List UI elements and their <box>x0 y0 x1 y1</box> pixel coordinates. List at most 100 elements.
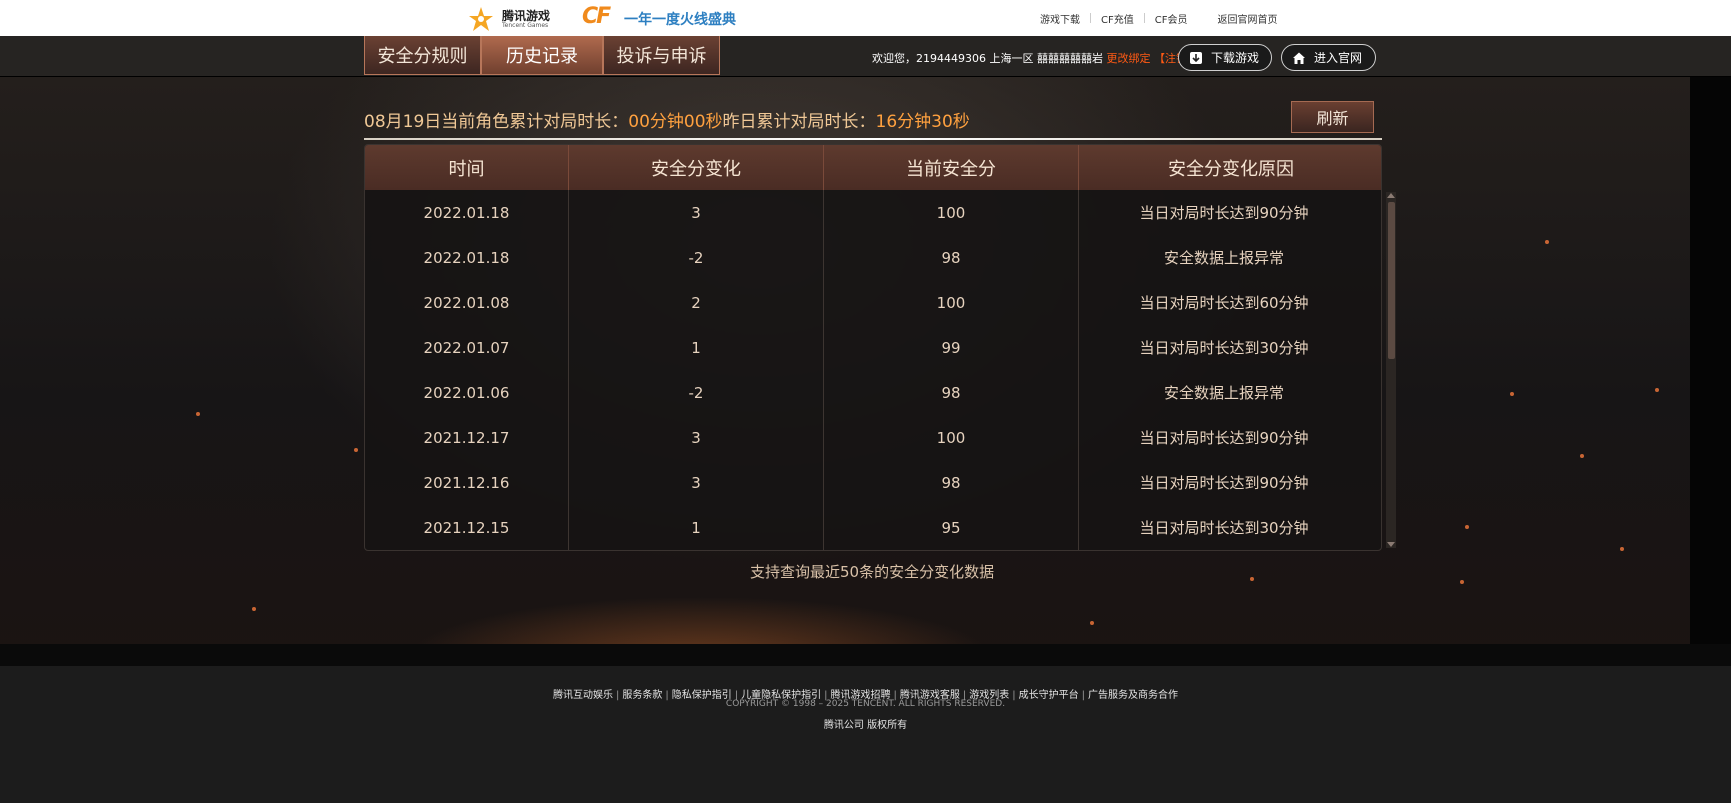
spark-decoration <box>1510 392 1514 396</box>
company-text: 腾讯公司 版权所有 <box>823 720 908 731</box>
tab-safety-rules[interactable]: 安全分规则 <box>364 36 481 75</box>
history-table: 时间 安全分变化 当前安全分 安全分变化原因 2022.01.18 3 100 … <box>364 144 1382 551</box>
spark-decoration <box>1460 580 1464 584</box>
copyright-text: COPYRIGHT © 1998 – 2025 TENCENT. ALL RIG… <box>725 699 1006 709</box>
cell-reason: 当日对局时长达到30分钟 <box>1139 519 1309 537</box>
scroll-up-arrow-icon[interactable] <box>1387 193 1395 198</box>
tab-complaint[interactable]: 投诉与申诉 <box>603 36 720 75</box>
header-current-score: 当前安全分 <box>824 145 1079 190</box>
cell-reason: 安全数据上报异常 <box>1163 384 1284 402</box>
change-bind-link[interactable]: 更改绑定 <box>1106 52 1150 65</box>
hero-right-edge <box>1690 77 1731 660</box>
cell-score-change: 1 <box>569 505 824 550</box>
cell-time: 2022.01.08 <box>365 280 569 325</box>
header-time: 时间 <box>365 145 569 190</box>
top-bar: 腾讯游戏 Tencent Games CF 一年一度火线盛典 游戏下载 CF充值… <box>0 0 1731 36</box>
link-game-download[interactable]: 游戏下载 <box>1040 11 1080 26</box>
spark-decoration <box>1580 454 1584 458</box>
scrollbar-thumb[interactable] <box>1388 202 1395 359</box>
footer: 腾讯互动娱乐 | 服务条款 | 隐私保护指引 | 儿童隐私保护指引 | 腾讯游戏招聘 | 腾讯游戏客… <box>0 666 1731 803</box>
table-row: 2021.12.17 3 100 当日对局时长达到90分钟 <box>365 415 1369 460</box>
link-back-home[interactable]: 返回官网首页 <box>1217 11 1277 26</box>
header-change-reason: 安全分变化原因 <box>1168 158 1294 180</box>
download-game-label: 下载游戏 <box>1211 51 1260 65</box>
tab-history[interactable]: 历史记录 <box>481 36 603 75</box>
spark-decoration <box>1250 577 1254 581</box>
download-game-button[interactable]: 下载游戏 <box>1178 44 1272 71</box>
cell-reason: 当日对局时长达到30分钟 <box>1139 339 1309 357</box>
table-row: 2022.01.18 3 100 当日对局时长达到90分钟 <box>365 190 1369 235</box>
cell-time: 2022.01.18 <box>365 235 569 280</box>
cell-time: 2021.12.15 <box>365 505 569 550</box>
nav-bar <box>0 36 1731 77</box>
link-cf-member[interactable]: CF会员 <box>1155 11 1188 26</box>
table-body: 2022.01.18 3 100 当日对局时长达到90分钟 2022.01.18… <box>365 190 1369 550</box>
tencent-games-logo[interactable]: 腾讯游戏 Tencent Games <box>468 4 550 32</box>
today-value: 00分钟00秒 <box>628 112 723 132</box>
cell-time: 2021.12.17 <box>365 415 569 460</box>
tencent-star-icon <box>469 7 493 31</box>
cell-time: 2022.01.06 <box>365 370 569 415</box>
cell-score-change: -2 <box>569 370 824 415</box>
cf-logo[interactable]: CF 一年一度火线盛典 <box>582 4 762 32</box>
download-icon <box>1190 51 1202 64</box>
cell-reason: 当日对局时长达到90分钟 <box>1139 474 1309 492</box>
divider <box>1143 13 1145 23</box>
cell-current-score: 98 <box>824 370 1079 415</box>
cell-score-change: 1 <box>569 325 824 370</box>
cell-current-score: 99 <box>824 325 1079 370</box>
play-time-stats: 08月19日当前角色累计对局时长：00分钟00秒昨日累计对局时长：16分钟30秒 <box>364 107 970 132</box>
cell-time: 2022.01.18 <box>365 190 569 235</box>
cell-reason: 当日对局时长达到90分钟 <box>1139 429 1309 447</box>
tab-bar: 安全分规则 历史记录 投诉与申诉 <box>364 36 720 75</box>
cell-reason: 当日对局时长达到90分钟 <box>1139 204 1309 222</box>
spark-decoration <box>196 412 200 416</box>
yesterday-value: 16分钟30秒 <box>875 112 970 132</box>
cell-current-score: 100 <box>824 190 1079 235</box>
cell-score-change: -2 <box>569 235 824 280</box>
user-info: 欢迎您，2194449306 上海一区 囍囍囍囍囍岩 更改绑定 【注销】 <box>872 50 1198 66</box>
cell-score-change: 2 <box>569 280 824 325</box>
table-row: 2022.01.08 2 100 当日对局时长达到60分钟 <box>365 280 1369 325</box>
spark-decoration <box>1655 388 1659 392</box>
link-cf-recharge[interactable]: CF充值 <box>1101 11 1134 26</box>
divider <box>1090 13 1091 23</box>
footer-divider-band <box>0 644 1731 666</box>
tencent-logo-sub: Tencent Games <box>502 22 549 29</box>
cell-score-change: 3 <box>569 460 824 505</box>
home-icon <box>1293 52 1305 64</box>
enter-official-button[interactable]: 进入官网 <box>1281 44 1376 71</box>
spark-decoration <box>1090 621 1094 625</box>
cell-time: 2021.12.16 <box>365 460 569 505</box>
cell-score-change: 3 <box>569 415 824 460</box>
header-score-change: 安全分变化 <box>569 145 824 190</box>
scroll-down-arrow-icon[interactable] <box>1387 542 1395 547</box>
top-links: 游戏下载 CF充值 CF会员 返回官网首页 <box>1040 10 1277 26</box>
welcome-text: 欢迎您，2194449306 上海一区 囍囍囍囍囍岩 <box>872 52 1103 65</box>
cf-slogan: 一年一度火线盛典 <box>624 12 736 28</box>
cell-reason: 安全数据上报异常 <box>1163 249 1284 267</box>
table-row: 2022.01.06 -2 98 安全数据上报异常 <box>365 370 1369 415</box>
table-row: 2022.01.18 -2 98 安全数据上报异常 <box>365 235 1369 280</box>
cell-current-score: 100 <box>824 280 1079 325</box>
table-row: 2022.01.07 1 99 当日对局时长达到30分钟 <box>365 325 1369 370</box>
refresh-button[interactable]: 刷新 <box>1291 101 1374 133</box>
query-limit-note: 支持查询最近50条的安全分变化数据 <box>750 563 995 581</box>
yesterday-label: 昨日累计对局时长： <box>722 112 876 132</box>
spark-decoration <box>252 607 256 611</box>
spark-decoration <box>1465 525 1469 529</box>
cell-current-score: 98 <box>824 235 1079 280</box>
cell-time: 2022.01.07 <box>365 325 569 370</box>
table-header: 时间 安全分变化 当前安全分 安全分变化原因 <box>365 145 1381 190</box>
spark-decoration <box>1545 240 1549 244</box>
cell-score-change: 3 <box>569 190 824 235</box>
divider-line <box>364 138 1382 140</box>
cell-current-score: 98 <box>824 460 1079 505</box>
cell-reason: 当日对局时长达到60分钟 <box>1139 294 1309 312</box>
cf-mark: CF <box>582 4 611 29</box>
spark-decoration <box>354 448 358 452</box>
today-label: 08月19日当前角色累计对局时长： <box>364 112 629 132</box>
table-row: 2021.12.15 1 95 当日对局时长达到30分钟 <box>365 505 1369 550</box>
cell-current-score: 100 <box>824 415 1079 460</box>
spark-decoration <box>1620 547 1624 551</box>
